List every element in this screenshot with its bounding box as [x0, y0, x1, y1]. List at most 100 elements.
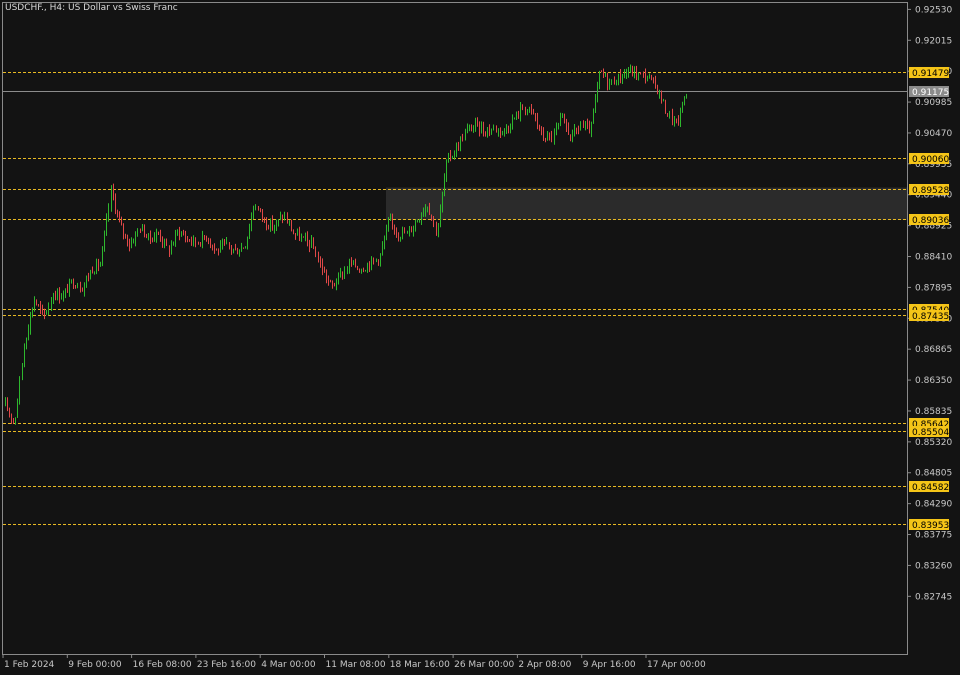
candle-body [676, 119, 677, 121]
candle-body [647, 78, 648, 80]
candle-body [164, 240, 165, 244]
candle-body [357, 266, 358, 270]
candle-body [212, 244, 213, 246]
candle-body [585, 123, 586, 127]
candle-body [171, 245, 172, 254]
level-label: 0.90060 [912, 155, 949, 165]
candle-body [160, 233, 161, 240]
candle-body [309, 241, 310, 247]
candle-body [367, 264, 368, 271]
candle-body [531, 107, 532, 110]
candle-body [535, 113, 536, 118]
candle-body [77, 286, 78, 288]
candle-body [295, 234, 296, 236]
candle-body [336, 283, 337, 286]
candle-body [607, 74, 608, 86]
candle-body [320, 259, 321, 263]
level-label: 0.84582 [912, 483, 949, 493]
candle-body [407, 231, 408, 234]
candle-body [106, 217, 107, 234]
candle-body [640, 72, 641, 74]
candle-body [543, 131, 544, 139]
candle-body [469, 126, 470, 129]
candle-body [614, 79, 615, 85]
candle-body [307, 236, 308, 242]
time-tick-label: 9 Apr 16:00 [583, 660, 636, 670]
candle-body [634, 69, 635, 76]
level-label: 0.85504 [912, 428, 949, 438]
candle-body [34, 300, 35, 310]
candle-body [220, 244, 221, 253]
candle-body [471, 126, 472, 131]
candle-body [241, 247, 242, 252]
candle-body [541, 130, 542, 132]
candle-body [26, 338, 27, 348]
candle-body [605, 74, 606, 76]
candle-body [42, 309, 43, 312]
candle-body [36, 300, 37, 305]
price-tick-label: 0.83775 [915, 531, 952, 541]
candle-body [63, 293, 64, 299]
candle-body [502, 131, 503, 134]
candle-body [510, 127, 511, 131]
candle-body [378, 259, 379, 263]
candle-body [135, 232, 136, 242]
candle-body [82, 289, 83, 292]
candle-body [75, 286, 76, 288]
candle-body [328, 279, 329, 281]
candle-body [274, 227, 275, 229]
candle-body [115, 198, 116, 212]
candle-body [576, 128, 577, 130]
time-tick-label: 16 Feb 08:00 [133, 660, 192, 670]
candle-body [667, 113, 668, 117]
candle-body [100, 263, 101, 267]
candle-body [684, 98, 685, 106]
candle-body [500, 128, 501, 134]
candle-body [347, 270, 348, 272]
candle-body [9, 410, 10, 415]
candle-body [129, 243, 130, 247]
candle-body [193, 237, 194, 243]
candle-body [537, 117, 538, 125]
candle-body [69, 281, 70, 293]
candle-body [529, 107, 530, 110]
candle-body [452, 156, 453, 159]
candle-body [485, 132, 486, 136]
candle-body [450, 154, 451, 159]
candle-body [419, 219, 420, 221]
candle-body [53, 295, 54, 302]
candle-body [355, 260, 356, 267]
price-tick-label: 0.90470 [915, 129, 952, 139]
candle-body [108, 206, 109, 218]
candle-body [417, 220, 418, 223]
candle-body [253, 209, 254, 217]
candle-body [669, 113, 670, 117]
candle-body [195, 237, 196, 243]
candle-body [175, 232, 176, 243]
price-tick-label: 0.86865 [915, 345, 952, 355]
candle-body [597, 85, 598, 98]
candle-body [392, 218, 393, 225]
candle-body [214, 245, 215, 249]
candle-body [324, 271, 325, 273]
time-tick-label: 9 Feb 00:00 [68, 660, 122, 670]
price-chart[interactable]: 0.925300.920150.915000.909850.904700.899… [0, 0, 960, 675]
candle-body [237, 249, 238, 255]
candle-body [365, 270, 366, 272]
candle-body [446, 159, 447, 179]
candle-body [409, 229, 410, 232]
candle-body [508, 129, 509, 131]
candle-body [382, 245, 383, 254]
candle-body [427, 207, 428, 209]
candle-body [386, 228, 387, 239]
candle-body [574, 128, 575, 132]
candle-body [587, 123, 588, 125]
candle-body [487, 129, 488, 136]
candle-body [88, 277, 89, 279]
candle-body [239, 251, 240, 255]
candle-body [433, 218, 434, 223]
candle-body [251, 216, 252, 228]
time-tick-label: 2 Apr 08:00 [518, 660, 571, 670]
candle-body [264, 218, 265, 220]
candle-body [657, 85, 658, 94]
